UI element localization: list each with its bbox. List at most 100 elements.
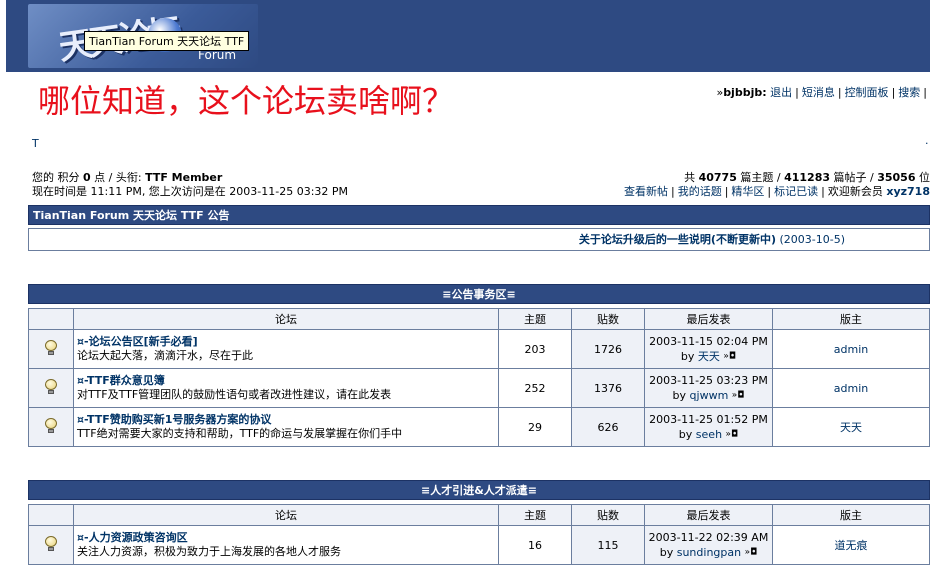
post-count-cell: 1726 — [571, 329, 645, 369]
last-post-time: 2003-11-25 01:52 PM — [649, 412, 768, 426]
last-poster-link[interactable]: sundingpan — [677, 546, 741, 559]
last-post-cell: 2003-11-25 01:52 PM by seeh »◘ — [644, 407, 773, 447]
forum-name-link[interactable]: ¤-论坛公告区[新手必看] — [77, 335, 198, 348]
stats-text: 共 — [684, 171, 699, 184]
stats-text: 位 — [915, 171, 930, 184]
forum-description: 论坛大起大落，滴滴汗水，尽在于此 — [77, 349, 253, 362]
lightbulb-icon — [44, 535, 58, 552]
col-posts: 贴数 — [571, 308, 645, 330]
announcement-box: 关于论坛升级后的一些说明(不断更新中) (2003-10-5) — [28, 228, 930, 251]
view-new-posts-link[interactable]: 查看新帖 — [624, 185, 668, 198]
go-to-last-post-icon[interactable]: »◘ — [723, 351, 736, 361]
user-points: 0 — [83, 171, 91, 184]
post-count: 411283 — [784, 171, 831, 184]
mark-read-link[interactable]: 标记已读 — [774, 185, 818, 198]
logo-tooltip: TianTian Forum 天天论坛 TTF — [84, 31, 250, 51]
post-count-cell: 1376 — [571, 368, 645, 408]
last-poster-link[interactable]: 天天 — [698, 350, 720, 363]
by-text: by — [678, 427, 696, 441]
table-header-row: 论坛 主题 贴数 最后发表 版主 — [28, 308, 930, 330]
announcement-link[interactable]: 关于论坛升级后的一些说明(不断更新中) — [579, 233, 776, 246]
stats-text: 您的 积分 — [32, 171, 83, 184]
col-icon — [28, 504, 74, 526]
topic-count-cell: 203 — [498, 329, 572, 369]
announcement-bar: TianTian Forum 天天论坛 TTF 公告 — [28, 205, 930, 225]
forum-status-cell — [28, 525, 74, 565]
topic-count-cell: 252 — [498, 368, 572, 408]
forum-name-link[interactable]: ¤-人力资源政策咨询区 — [77, 531, 188, 544]
stats-text: 篇主题 / — [736, 171, 785, 184]
username: bjbbjb: — [723, 86, 767, 99]
forum-table: 论坛 主题 贴数 最后发表 版主 ¤-人力资源政策咨询区 关注人力资源，积极为致力… — [28, 504, 930, 565]
moderator-link[interactable]: 天天 — [840, 421, 862, 434]
lightbulb-icon — [44, 417, 58, 434]
forum-stats: 共 40775 篇主题 / 411283 篇帖子 / 35056 位 查看新帖 |… — [623, 171, 930, 198]
lightbulb-icon — [44, 378, 58, 395]
time-info: 现在时间是 11:11 PM, 您上次访问是在 2003-11-25 03:32… — [32, 185, 349, 198]
forum-name-link[interactable]: ¤-TTF群众意见簿 — [77, 374, 165, 387]
col-moderator: 版主 — [772, 308, 930, 330]
messages-link[interactable]: 短消息 — [802, 86, 835, 99]
member-count: 35056 — [877, 171, 916, 184]
moderator-link[interactable]: admin — [834, 343, 868, 356]
forum-description: 关注人力资源，积极为致力于上海发展的各地人才服务 — [77, 545, 341, 558]
last-post-time: 2003-11-22 02:39 AM — [648, 530, 769, 544]
go-to-last-post-icon[interactable]: »◘ — [726, 429, 739, 439]
stats-text: 点 / 头衔: — [90, 171, 146, 184]
logout-link[interactable]: 退出 — [770, 86, 792, 99]
last-post-time: 2003-11-25 03:23 PM — [649, 373, 768, 387]
moderator-cell: 道无痕 — [772, 525, 930, 565]
welcome-text: 欢迎新会员 — [827, 185, 887, 198]
table-row: ¤-TTF群众意见簿 对TTF及TTF管理团队的鼓励性语句或者改进性建议，请在此发… — [28, 368, 930, 408]
newest-member-link[interactable]: xyz718 — [886, 185, 930, 198]
col-topics: 主题 — [498, 504, 572, 526]
post-count-cell: 115 — [571, 525, 645, 565]
forum-description: TTF绝对需要大家的支持和帮助，TTF的命运与发展掌握在你们手中 — [77, 427, 403, 440]
moderator-cell: 天天 — [772, 407, 930, 447]
go-to-last-post-icon[interactable]: »◘ — [745, 547, 758, 557]
lightbulb-icon — [44, 339, 58, 356]
forum-status-cell — [28, 368, 74, 408]
moderator-link[interactable]: admin — [834, 382, 868, 395]
headline-question: 哪位知道，这个论坛卖啥啊？ — [38, 82, 455, 120]
go-to-last-post-icon[interactable]: »◘ — [732, 390, 745, 400]
forum-table: 论坛 主题 贴数 最后发表 版主 ¤-论坛公告区[新手必看] 论坛大起大落，滴滴汗… — [28, 308, 930, 447]
forum-cell: ¤-人力资源政策咨询区 关注人力资源，积极为致力于上海发展的各地人才服务 — [73, 525, 499, 565]
col-forum: 论坛 — [73, 308, 499, 330]
forum-cell: ¤-TTF赞助购买新1号服务器方案的协议 TTF绝对需要大家的支持和帮助，TTF的… — [73, 407, 499, 447]
by-text: by — [659, 545, 677, 559]
last-post-cell: 2003-11-15 02:04 PM by 天天 »◘ — [644, 329, 773, 369]
moderator-cell: admin — [772, 329, 930, 369]
topic-count-cell: 29 — [498, 407, 572, 447]
forum-description: 对TTF及TTF管理团队的鼓励性语句或者改进性建议，请在此发表 — [77, 388, 392, 401]
table-row: ¤-论坛公告区[新手必看] 论坛大起大落，滴滴汗水，尽在于此 203 1726 2… — [28, 329, 930, 369]
table-header-row: 论坛 主题 贴数 最后发表 版主 — [28, 504, 930, 526]
forum-name-link[interactable]: ¤-TTF赞助购买新1号服务器方案的协议 — [77, 413, 271, 426]
last-poster-link[interactable]: seeh — [696, 428, 722, 441]
my-topics-link[interactable]: 我的话题 — [678, 185, 722, 198]
last-poster-link[interactable]: qjwwm — [690, 389, 729, 402]
topic-count: 40775 — [698, 171, 737, 184]
col-posts: 贴数 — [571, 504, 645, 526]
last-post-cell: 2003-11-22 02:39 AM by sundingpan »◘ — [644, 525, 773, 565]
table-row: ¤-人力资源政策咨询区 关注人力资源，积极为致力于上海发展的各地人才服务 16 1… — [28, 525, 930, 565]
section-title[interactable]: ≡人才引进&人才派遣≡ — [28, 480, 930, 500]
user-stats: 您的 积分 0 点 / 头衔: TTF Member 现在时间是 11:11 P… — [32, 171, 348, 199]
moderator-link[interactable]: 道无痕 — [835, 539, 868, 552]
col-last-post: 最后发表 — [644, 308, 773, 330]
announcement-date: (2003-10-5) — [779, 233, 845, 246]
stray-mark-right: · — [925, 137, 929, 150]
post-count-cell: 626 — [571, 407, 645, 447]
search-link[interactable]: 搜索 — [898, 86, 920, 99]
last-post-time: 2003-11-15 02:04 PM — [649, 334, 768, 348]
forum-status-cell — [28, 407, 74, 447]
section-title[interactable]: ≡公告事务区≡ — [28, 284, 930, 304]
table-row: ¤-TTF赞助购买新1号服务器方案的协议 TTF绝对需要大家的支持和帮助，TTF的… — [28, 407, 930, 447]
col-last-post: 最后发表 — [644, 504, 773, 526]
digest-link[interactable]: 精华区 — [731, 185, 764, 198]
topic-count-cell: 16 — [498, 525, 572, 565]
col-forum: 论坛 — [73, 504, 499, 526]
stats-text: 篇帖子 / — [830, 171, 878, 184]
control-panel-link[interactable]: 控制面板 — [845, 86, 889, 99]
user-title: TTF Member — [145, 171, 223, 184]
